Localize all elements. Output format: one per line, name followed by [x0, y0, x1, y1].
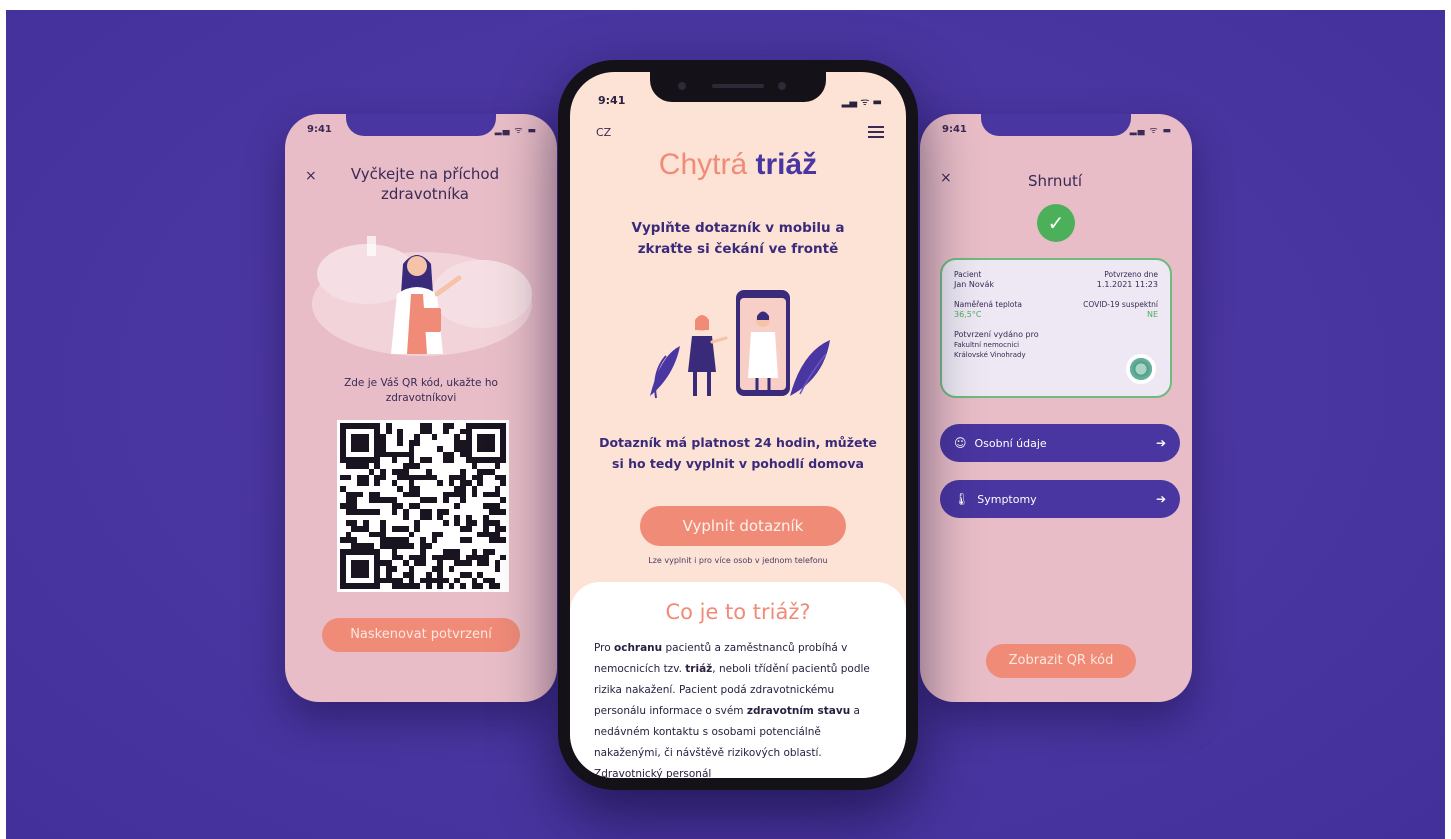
summary-card: Pacient Jan Novák Potvrzeno dne 1.1.2021… — [940, 258, 1172, 398]
temperature-value: 36,5°C — [954, 310, 982, 319]
info-bold-health-status: zdravotním stavu — [746, 705, 851, 717]
confirmed-field: Potvrzeno dne 1.1.2021 11:23 — [1097, 270, 1158, 290]
covid-value: NE — [1146, 310, 1158, 319]
menu-icon[interactable] — [868, 126, 884, 141]
symptoms-button[interactable]: 🌡 Symptomy ➔ — [940, 480, 1180, 518]
issued-org-line-2: Královské Vinohrady — [954, 351, 1026, 359]
info-text-part: Pro — [594, 642, 614, 654]
camera-icon — [678, 82, 686, 90]
multi-person-note: Lze vyplnit i pro více osob v jednom tel… — [648, 556, 828, 565]
covid-label: COVID-19 suspektní — [1083, 300, 1158, 309]
info-title: Co je to triáž? — [665, 600, 811, 624]
info-bold-protection: ochranu — [614, 642, 663, 654]
status-icons: ▂▄ ᯤ ▬ — [1129, 126, 1172, 136]
arrow-right-icon: ➔ — [1155, 492, 1166, 506]
center-phone-frame: 9:41 ▂▄ ᯤ ▬ CZ Chytrá triáž Vyplňte dota… — [558, 60, 918, 790]
qr-code-modules — [340, 423, 506, 589]
covid-field: COVID-19 suspektní NE — [1083, 300, 1158, 320]
qr-caption: Zde je Váš QR kód, ukažte ho zdravotníko… — [344, 377, 498, 404]
center-phone-screen: 9:41 ▂▄ ᯤ ▬ CZ Chytrá triáž Vyplňte dota… — [570, 72, 906, 778]
phone-notch — [346, 114, 496, 136]
logo-light-text: Chytrá — [658, 148, 748, 181]
scan-confirmation-button[interactable]: Naskenovat potvrzení — [322, 618, 520, 652]
person-icon: ☺ — [954, 436, 967, 450]
close-icon[interactable]: × — [940, 170, 952, 186]
patient-field: Pacient Jan Novák — [954, 270, 994, 290]
doctor-illustration — [312, 236, 532, 356]
temperature-field: Naměřená teplota 36,5°C — [954, 300, 1022, 320]
headline: Vyplňte dotazník v mobilu a zkraťte si č… — [631, 220, 845, 257]
confirmed-label: Potvrzeno dne — [1104, 270, 1158, 279]
screen-title: Shrnutí — [1028, 172, 1082, 190]
validity-text: Dotazník má platnost 24 hodin, můžete si… — [599, 435, 877, 471]
qr-code[interactable] — [337, 420, 509, 592]
issued-field: Potvrzení vydáno pro Fakultní nemocnici … — [954, 330, 1158, 360]
success-check-icon: ✓ — [1037, 204, 1075, 242]
thermometer-icon: 🌡 — [954, 492, 970, 506]
info-bold-triage: triáž — [685, 663, 713, 675]
left-phone-screen: 9:41 ▂▄ ᯤ ▬ × Vyčkejte na příchod zdravo… — [285, 114, 557, 702]
issued-org-line-1: Fakultní nemocnici — [954, 341, 1020, 349]
show-qr-button[interactable]: Zobrazit QR kód — [986, 644, 1136, 678]
speaker-grille — [712, 84, 764, 88]
status-time: 9:41 — [942, 124, 967, 135]
info-paragraph: Pro ochranu pacientů a zaměstnanců probí… — [594, 638, 882, 778]
logo-strong-text: triáž — [755, 148, 818, 181]
screen-title: Vyčkejte na příchod zdravotníka — [350, 165, 500, 203]
status-icons: ▂▄ ᯤ ▬ — [494, 126, 537, 136]
triage-info-card: Co je to triáž? Pro ochranu pacientů a z… — [570, 582, 906, 778]
close-icon[interactable]: × — [305, 168, 317, 184]
fill-questionnaire-button[interactable]: Vyplnit dotazník — [640, 506, 846, 546]
temperature-label: Naměřená teplota — [954, 300, 1022, 309]
patient-name: Jan Novák — [954, 280, 995, 289]
video-consult-illustration — [650, 290, 830, 399]
personal-data-label: Osobní údaje — [974, 436, 1047, 450]
status-time: 9:41 — [307, 124, 332, 135]
app-logo: Chytrá triáž — [570, 148, 906, 182]
right-phone-screen: 9:41 ▂▄ ᯤ ▬ × Shrnutí ✓ Pacient Jan Nová… — [920, 114, 1192, 702]
phone-notch — [650, 72, 826, 102]
sensor-icon — [778, 82, 786, 90]
confirmed-value: 1.1.2021 11:23 — [1096, 280, 1158, 289]
arrow-right-icon: ➔ — [1155, 436, 1166, 450]
symptoms-label: Symptomy — [977, 492, 1037, 506]
status-time: 9:41 — [598, 94, 626, 107]
promo-background: 9:41 ▂▄ ᯤ ▬ × Vyčkejte na příchod zdravo… — [6, 10, 1445, 839]
personal-data-button[interactable]: ☺ Osobní údaje ➔ — [940, 424, 1180, 462]
patient-label: Pacient — [954, 270, 982, 279]
language-switch[interactable]: CZ — [596, 126, 611, 139]
issued-label: Potvrzení vydáno pro — [954, 330, 1039, 339]
hospital-seal-icon — [1126, 354, 1156, 384]
phone-notch — [981, 114, 1131, 136]
status-icons: ▂▄ ᯤ ▬ — [841, 97, 882, 108]
